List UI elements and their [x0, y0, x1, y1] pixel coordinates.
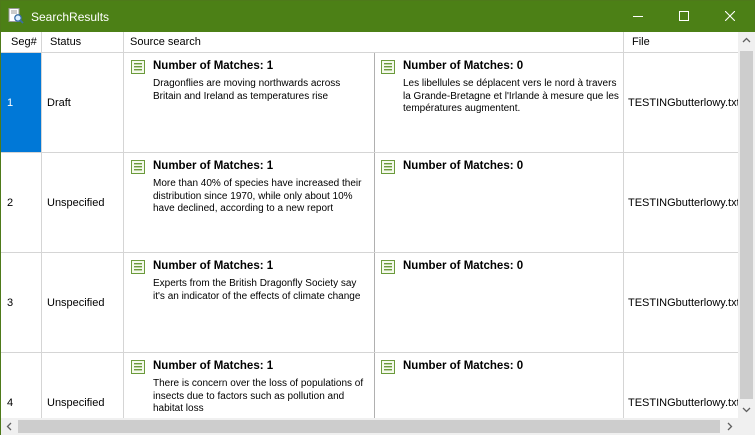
column-header-status[interactable]: Status — [42, 32, 124, 52]
target-pane: Number of Matches: 0 — [374, 153, 624, 252]
source-text: Experts from the British Dragonfly Socie… — [153, 278, 361, 302]
document-list-icon — [381, 260, 395, 274]
file-cell[interactable]: TESTINGbutterlowy.txt — [624, 153, 738, 252]
status-cell[interactable]: Unspecified — [42, 353, 124, 418]
seg-number: 2 — [7, 197, 14, 209]
source-text: More than 40% of species have increased … — [153, 178, 362, 214]
search-document-icon — [8, 8, 24, 24]
target-pane: Number of Matches: 0 Les libellules se d… — [374, 53, 624, 152]
document-list-icon — [131, 260, 145, 274]
document-list-icon — [131, 60, 145, 74]
match-count-label: Number of Matches: 0 — [403, 260, 524, 272]
minimize-icon — [633, 16, 643, 17]
column-header-source-search[interactable]: Source search — [124, 32, 624, 52]
match-count-label: Number of Matches: 1 — [153, 60, 274, 72]
scroll-down-arrow-icon[interactable] — [738, 401, 755, 418]
seg-cell[interactable]: 1 — [1, 53, 42, 152]
seg-number: 4 — [7, 397, 14, 409]
horizontal-scrollbar[interactable] — [1, 418, 738, 435]
file-cell[interactable]: TESTINGbutterlowy.txt — [624, 353, 738, 418]
source-text: Dragonflies are moving northwards across… — [153, 78, 341, 102]
source-pane: Number of Matches: 1 Experts from the Br… — [124, 253, 374, 352]
minimize-button[interactable] — [615, 1, 661, 32]
source-pane: Number of Matches: 1 More than 40% of sp… — [124, 153, 374, 252]
scroll-up-arrow-icon[interactable] — [738, 32, 755, 49]
status-value: Draft — [47, 97, 71, 109]
match-count-label: Number of Matches: 1 — [153, 160, 274, 172]
maximize-icon — [679, 11, 689, 21]
seg-cell[interactable]: 4 — [1, 353, 42, 418]
document-list-icon — [381, 160, 395, 174]
file-name: TESTINGbutterlowy.txt — [628, 297, 738, 309]
target-text: Les libellules se déplacent vers le nord… — [403, 78, 619, 114]
horizontal-scroll-thumb[interactable] — [18, 420, 720, 433]
seg-number: 3 — [7, 297, 14, 309]
match-count-label: Number of Matches: 1 — [153, 360, 274, 372]
document-list-icon — [131, 360, 145, 374]
status-cell[interactable]: Draft — [42, 53, 124, 152]
match-count-label: Number of Matches: 1 — [153, 260, 274, 272]
window-title: SearchResults — [31, 10, 110, 24]
close-icon — [725, 11, 735, 21]
target-pane: Number of Matches: 0 — [374, 353, 624, 418]
status-value: Unspecified — [47, 397, 105, 409]
scrollbar-corner — [738, 418, 755, 435]
source-search-cell[interactable]: Number of Matches: 1 More than 40% of sp… — [124, 153, 624, 252]
file-cell[interactable]: TESTINGbutterlowy.txt — [624, 253, 738, 352]
seg-cell[interactable]: 3 — [1, 253, 42, 352]
target-pane: Number of Matches: 0 — [374, 253, 624, 352]
table-row[interactable]: 1 Draft Number of Matches: 1 Dragonflies… — [1, 53, 738, 153]
column-header-file[interactable]: File — [624, 32, 738, 52]
source-pane: Number of Matches: 1 Dragonflies are mov… — [124, 53, 374, 152]
vertical-scroll-thumb[interactable] — [740, 51, 753, 399]
seg-number: 1 — [7, 97, 14, 109]
source-search-cell[interactable]: Number of Matches: 1 Dragonflies are mov… — [124, 53, 624, 152]
file-name: TESTINGbutterlowy.txt — [628, 197, 738, 209]
title-bar[interactable]: SearchResults — [1, 1, 754, 32]
column-header: Seg# Status Source search File — [1, 32, 738, 53]
table-row[interactable]: 4 Unspecified Number of Matches: 1 There… — [1, 353, 738, 418]
status-cell[interactable]: Unspecified — [42, 153, 124, 252]
scroll-right-arrow-icon[interactable] — [721, 418, 738, 435]
file-name: TESTINGbutterlowy.txt — [628, 97, 738, 109]
match-count-label: Number of Matches: 0 — [403, 360, 524, 372]
status-value: Unspecified — [47, 297, 105, 309]
document-list-icon — [381, 60, 395, 74]
document-list-icon — [131, 160, 145, 174]
match-count-label: Number of Matches: 0 — [403, 60, 524, 72]
source-pane: Number of Matches: 1 There is concern ov… — [124, 353, 374, 418]
close-button[interactable] — [707, 1, 753, 32]
status-value: Unspecified — [47, 197, 105, 209]
scroll-left-arrow-icon[interactable] — [1, 418, 18, 435]
table-row[interactable]: 2 Unspecified Number of Matches: 1 More … — [1, 153, 738, 253]
seg-cell[interactable]: 2 — [1, 153, 42, 252]
results-grid: 1 Draft Number of Matches: 1 Dragonflies… — [1, 53, 738, 418]
source-search-cell[interactable]: Number of Matches: 1 Experts from the Br… — [124, 253, 624, 352]
document-list-icon — [381, 360, 395, 374]
maximize-button[interactable] — [661, 1, 707, 32]
file-name: TESTINGbutterlowy.txt — [628, 397, 738, 409]
table-row[interactable]: 3 Unspecified Number of Matches: 1 Exper… — [1, 253, 738, 353]
search-results-window: SearchResults Seg# Status Source search … — [0, 0, 755, 435]
file-cell[interactable]: TESTINGbutterlowy.txt — [624, 53, 738, 152]
source-text: There is concern over the loss of popula… — [153, 378, 364, 414]
vertical-scrollbar[interactable] — [738, 32, 755, 418]
status-cell[interactable]: Unspecified — [42, 253, 124, 352]
match-count-label: Number of Matches: 0 — [403, 160, 524, 172]
source-search-cell[interactable]: Number of Matches: 1 There is concern ov… — [124, 353, 624, 418]
column-header-seg[interactable]: Seg# — [1, 32, 42, 52]
